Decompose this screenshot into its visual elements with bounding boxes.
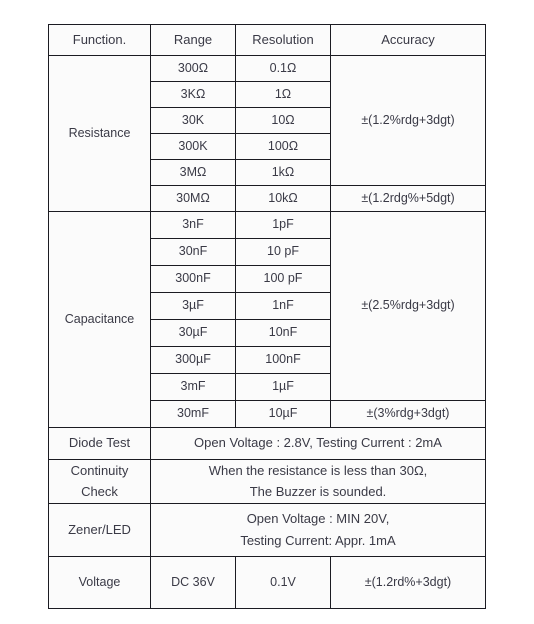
resolution-value: 1Ω xyxy=(235,81,331,108)
range-value: 300Ω xyxy=(150,55,236,82)
resolution-value: 1µF xyxy=(235,373,331,401)
accuracy-value-capacitance-main: ±(2.5%rdg+3dgt) xyxy=(330,211,486,401)
range-value: 30K xyxy=(150,107,236,134)
function-label-diode-test: Diode Test xyxy=(48,427,151,460)
resolution-value: 1pF xyxy=(235,211,331,239)
range-value: 3KΩ xyxy=(150,81,236,108)
zener-detail-line2: Testing Current: Appr. 1mA xyxy=(240,532,396,548)
zener-led-detail: Open Voltage : MIN 20V, Testing Current:… xyxy=(150,503,486,557)
range-value: 3MΩ xyxy=(150,159,236,186)
table-row-zener-led: Zener/LED Open Voltage : MIN 20V, Testin… xyxy=(48,503,486,557)
accuracy-value-capacitance-last: ±(3%rdg+3dgt) xyxy=(330,400,486,428)
resolution-value-voltage: 0.1V xyxy=(235,556,331,609)
continuity-detail-line1: When the resistance is less than 30Ω, xyxy=(208,462,428,478)
range-value: 3µF xyxy=(150,292,236,320)
header-accuracy: Accuracy xyxy=(330,24,486,56)
table-row-diode-test: Diode Test Open Voltage : 2.8V, Testing … xyxy=(48,427,486,460)
resolution-value: 1nF xyxy=(235,292,331,320)
table-row: Resistance 300Ω 0.1Ω ±(1.2%rdg+3dgt) xyxy=(48,55,486,212)
resolution-value: 100Ω xyxy=(235,133,331,160)
diode-test-detail: Open Voltage : 2.8V, Testing Current : 2… xyxy=(150,427,486,460)
range-value: 30µF xyxy=(150,319,236,347)
range-value: 300nF xyxy=(150,265,236,293)
table-row-voltage: Voltage DC 36V 0.1V ±(1.2rd%+3dgt) xyxy=(48,556,486,609)
function-label-resistance: Resistance xyxy=(48,55,151,212)
accuracy-value-resistance-last: ±(1.2rdg%+5dgt) xyxy=(330,185,486,212)
continuity-detail-line2: The Buzzer is sounded. xyxy=(249,484,387,499)
header-range: Range xyxy=(150,24,236,56)
resolution-value: 0.1Ω xyxy=(235,55,331,82)
range-value: 30MΩ xyxy=(150,185,236,212)
function-label-continuity-check: Continuity Check xyxy=(48,459,151,504)
resolution-value: 10nF xyxy=(235,319,331,347)
resolution-value: 100 pF xyxy=(235,265,331,293)
table-row-continuity-check: Continuity Check When the resistance is … xyxy=(48,459,486,504)
range-value-voltage: DC 36V xyxy=(150,556,236,609)
accuracy-value-resistance-main: ±(1.2%rdg+3dgt) xyxy=(330,55,486,186)
function-label-capacitance: Capacitance xyxy=(48,211,151,428)
function-label-voltage: Voltage xyxy=(48,556,151,609)
resolution-value: 100nF xyxy=(235,346,331,374)
range-value: 300K xyxy=(150,133,236,160)
table-header-row: Function. Range Resolution Accuracy xyxy=(48,24,486,56)
range-value: 3mF xyxy=(150,373,236,401)
range-value: 30mF xyxy=(150,400,236,428)
specification-table: Function. Range Resolution Accuracy Resi… xyxy=(48,24,486,609)
specification-table-container: Function. Range Resolution Accuracy Resi… xyxy=(48,24,486,609)
zener-detail-line1: Open Voltage : MIN 20V, xyxy=(246,511,390,527)
accuracy-value-voltage: ±(1.2rd%+3dgt) xyxy=(330,556,486,609)
range-value: 3nF xyxy=(150,211,236,239)
header-function: Function. xyxy=(48,24,151,56)
resolution-value: 10kΩ xyxy=(235,185,331,212)
resolution-value: 10 pF xyxy=(235,238,331,266)
header-resolution: Resolution xyxy=(235,24,331,56)
function-label-zener-led: Zener/LED xyxy=(48,503,151,557)
table-row: Capacitance 3nF 1pF ±(2.5%rdg+3dgt) xyxy=(48,211,486,428)
continuity-label-line2: Check xyxy=(81,484,118,499)
range-value: 30nF xyxy=(150,238,236,266)
resolution-value: 10Ω xyxy=(235,107,331,134)
continuity-label-line1: Continuity xyxy=(70,462,129,478)
continuity-check-detail: When the resistance is less than 30Ω, Th… xyxy=(150,459,486,504)
range-value: 300µF xyxy=(150,346,236,374)
resolution-value: 10µF xyxy=(235,400,331,428)
resolution-value: 1kΩ xyxy=(235,159,331,186)
